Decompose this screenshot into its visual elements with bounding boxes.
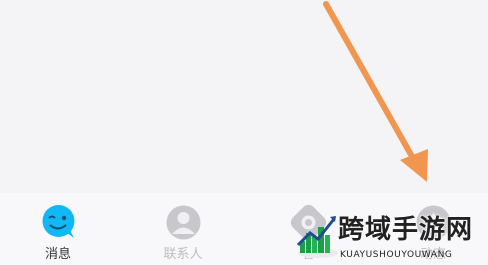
watermark-logo-icon [296, 211, 338, 261]
site-watermark: 跨域手游网 KUAYUSHOUYOUWANG [296, 205, 488, 265]
watermark-title: 跨域手游网 [338, 215, 474, 245]
tab-messages-label: 消息 [44, 247, 71, 262]
qq-chat-icon [40, 204, 77, 241]
watermark-subtitle: KUAYUSHOUYOUWANG [340, 250, 453, 260]
contact-icon [165, 204, 202, 241]
tab-contacts[interactable]: 联系人 [138, 193, 228, 265]
tab-contacts-label: 联系人 [163, 247, 203, 262]
tab-messages[interactable]: 消息 [13, 193, 103, 265]
main-content-area [0, 0, 488, 193]
